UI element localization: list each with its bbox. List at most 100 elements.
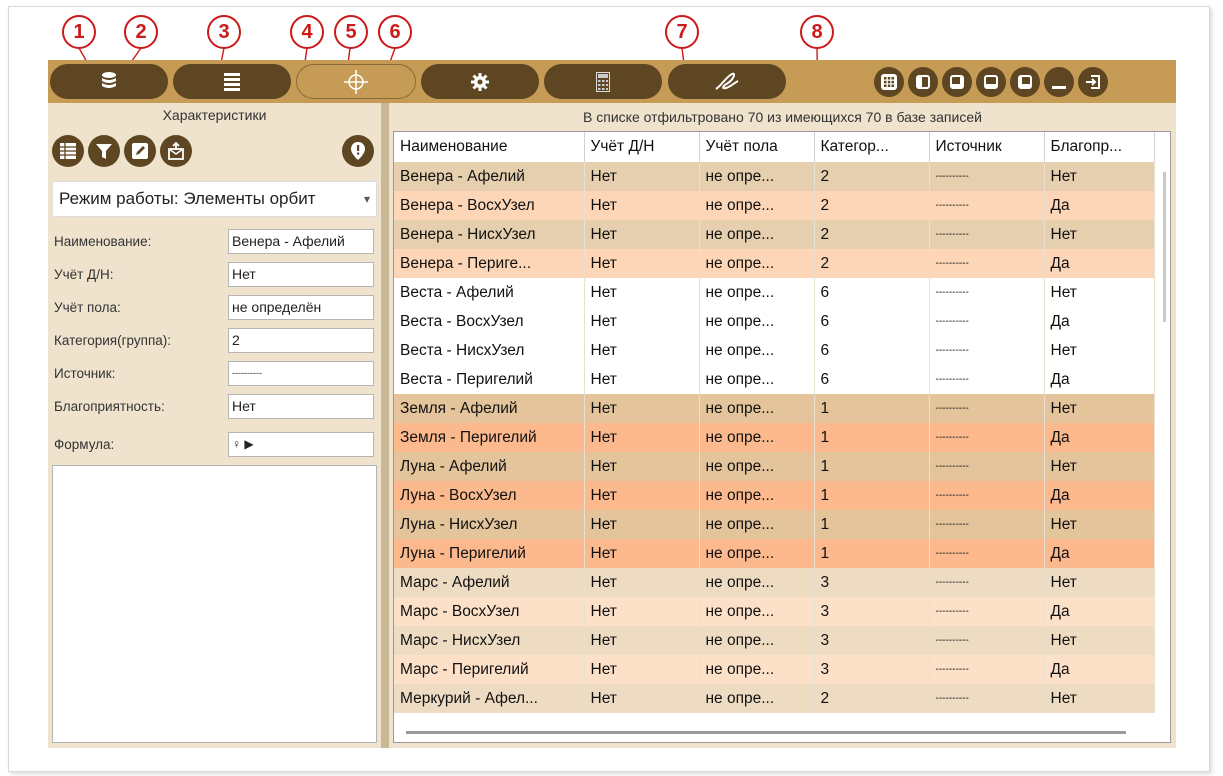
- table-cell: ----------: [929, 568, 1045, 597]
- table-cell: ----------: [929, 307, 1045, 336]
- main-toolbar: [48, 60, 1176, 103]
- table-cell: Да: [1044, 307, 1155, 336]
- source-field[interactable]: ----------: [228, 361, 374, 386]
- layout-left-button[interactable]: [908, 67, 938, 97]
- table-view-button[interactable]: [52, 135, 84, 167]
- database-icon: [102, 71, 116, 88]
- table-cell: Нет: [1044, 336, 1155, 365]
- calculator-button[interactable]: [544, 64, 662, 99]
- table-row[interactable]: Веста - ВосхУзел Нет не опре... 6 ----------…: [394, 307, 1155, 336]
- vertical-scrollbar[interactable]: [1163, 172, 1166, 322]
- info-button[interactable]: [342, 135, 374, 167]
- table-row[interactable]: Земля - Афелий Нет не опре... 1 ---------- Не…: [394, 394, 1155, 423]
- table-row[interactable]: Веста - Афелий Нет не опре... 6 ---------- Не…: [394, 278, 1155, 307]
- filter-icon: [96, 144, 112, 159]
- characteristics-panel: Характеристики Режим работы: Элементы ор…: [48, 103, 381, 748]
- grid-layout-button[interactable]: [874, 67, 904, 97]
- table-cell: не опре...: [699, 423, 815, 452]
- table-cell: Нет: [584, 249, 700, 278]
- favorability-field[interactable]: Нет: [228, 394, 374, 419]
- table-row[interactable]: Меркурий - Афел... Нет не опре... 2 --------…: [394, 684, 1155, 713]
- table-cell: Нет: [584, 220, 700, 249]
- callout-1: 1: [62, 15, 96, 49]
- database-button[interactable]: [50, 64, 168, 99]
- table-row[interactable]: Марс - Афелий Нет не опре... 3 ---------- Нет: [394, 568, 1155, 597]
- list-button[interactable]: [173, 64, 291, 99]
- gender-field[interactable]: не определён: [228, 295, 374, 320]
- table-cell: 3: [814, 655, 930, 684]
- table-row[interactable]: Марс - ВосхУзел Нет не опре... 3 ---------- Д…: [394, 597, 1155, 626]
- table-row[interactable]: Луна - Афелий Нет не опре... 1 ---------- Нет: [394, 452, 1155, 481]
- filter-button[interactable]: [88, 135, 120, 167]
- table-cell: Нет: [584, 626, 700, 655]
- table-row[interactable]: Веста - НисхУзел Нет не опре... 6 ----------…: [394, 336, 1155, 365]
- table-cell: 1: [814, 423, 930, 452]
- edit-button[interactable]: [124, 135, 156, 167]
- table-cell: 1: [814, 539, 930, 568]
- layout-top-button[interactable]: [1010, 67, 1040, 97]
- table-cell: ----------: [929, 220, 1045, 249]
- table-row[interactable]: Венера - НисхУзел Нет не опре... 2 ---------…: [394, 220, 1155, 249]
- panel-splitter[interactable]: [381, 103, 389, 748]
- table-row[interactable]: Луна - НисхУзел Нет не опре... 1 ---------- Н…: [394, 510, 1155, 539]
- table-row[interactable]: Марс - Перигелий Нет не опре... 3 ----------…: [394, 655, 1155, 684]
- table-cell: Да: [1044, 249, 1155, 278]
- settings-button[interactable]: [421, 64, 539, 99]
- table-cell: Венера - Афелий: [394, 162, 585, 191]
- work-mode-select[interactable]: Режим работы: Элементы орбит ▾: [52, 181, 377, 217]
- records-table: Наименование Учёт Д/Н Учёт пола Категор... И…: [394, 132, 1155, 713]
- table-cell: 3: [814, 568, 930, 597]
- table-cell: не опре...: [699, 597, 815, 626]
- column-header[interactable]: Благопр...: [1044, 132, 1155, 162]
- table-cell: 3: [814, 597, 930, 626]
- minimize-button[interactable]: [1044, 67, 1074, 97]
- table-cell: Марс - Афелий: [394, 568, 585, 597]
- table-cell: не опре...: [699, 481, 815, 510]
- table-cell: не опре...: [699, 684, 815, 713]
- table-cell: не опре...: [699, 162, 815, 191]
- callout-4: 4: [290, 15, 324, 49]
- info-icon: [351, 142, 365, 160]
- column-header[interactable]: Категор...: [814, 132, 930, 162]
- table-body: Венера - Афелий Нет не опре... 2 ---------- Н…: [394, 162, 1155, 713]
- table-row[interactable]: Марс - НисхУзел Нет не опре... 3 ---------- Н…: [394, 626, 1155, 655]
- exit-icon: [1086, 75, 1100, 89]
- table-row[interactable]: Луна - ВосхУзел Нет не опре... 1 ---------- Д…: [394, 481, 1155, 510]
- table-cell: Нет: [584, 278, 700, 307]
- table-row[interactable]: Земля - Перигелий Нет не опре... 1 ---------…: [394, 423, 1155, 452]
- table-cell: не опре...: [699, 452, 815, 481]
- table-cell: не опре...: [699, 626, 815, 655]
- table-cell: ----------: [929, 336, 1045, 365]
- layout-bottom-button[interactable]: [942, 67, 972, 97]
- horizontal-scrollbar[interactable]: [406, 731, 1126, 734]
- signature-button[interactable]: [668, 64, 786, 99]
- daynight-field[interactable]: Нет: [228, 262, 374, 287]
- table-row[interactable]: Венера - Афелий Нет не опре... 2 ---------- Н…: [394, 162, 1155, 191]
- table-row[interactable]: Венера - Периге... Нет не опре... 2 --------…: [394, 249, 1155, 278]
- table-cell: Нет: [584, 394, 700, 423]
- column-header[interactable]: Источник: [929, 132, 1045, 162]
- table-cell: ----------: [929, 597, 1045, 626]
- list-icon: [224, 72, 240, 91]
- column-header[interactable]: Учёт пола: [699, 132, 815, 162]
- name-field[interactable]: Венера - Афелий: [228, 229, 374, 254]
- target-button[interactable]: [296, 64, 416, 99]
- table-row[interactable]: Луна - Перигелий Нет не опре... 1 ----------…: [394, 539, 1155, 568]
- notes-area[interactable]: [52, 465, 377, 743]
- table-row[interactable]: Веста - Перигелий Нет не опре... 6 ---------…: [394, 365, 1155, 394]
- exit-button[interactable]: [1078, 67, 1108, 97]
- table-cell: Нет: [584, 191, 700, 220]
- column-header[interactable]: Учёт Д/Н: [584, 132, 700, 162]
- crosshair-icon: [344, 69, 368, 94]
- export-button[interactable]: [160, 135, 192, 167]
- records-grid[interactable]: Наименование Учёт Д/Н Учёт пола Категор... И…: [393, 131, 1171, 743]
- layout-right-button[interactable]: [976, 67, 1006, 97]
- column-header[interactable]: Наименование: [394, 132, 585, 162]
- formula-field[interactable]: ♀ ▶: [228, 432, 374, 457]
- table-cell: не опре...: [699, 278, 815, 307]
- callout-3: 3: [207, 15, 241, 49]
- category-field[interactable]: 2: [228, 328, 374, 353]
- table-row[interactable]: Венера - ВосхУзел Нет не опре... 2 ---------…: [394, 191, 1155, 220]
- table-cell: 2: [814, 220, 930, 249]
- layout-left-icon: [916, 75, 930, 89]
